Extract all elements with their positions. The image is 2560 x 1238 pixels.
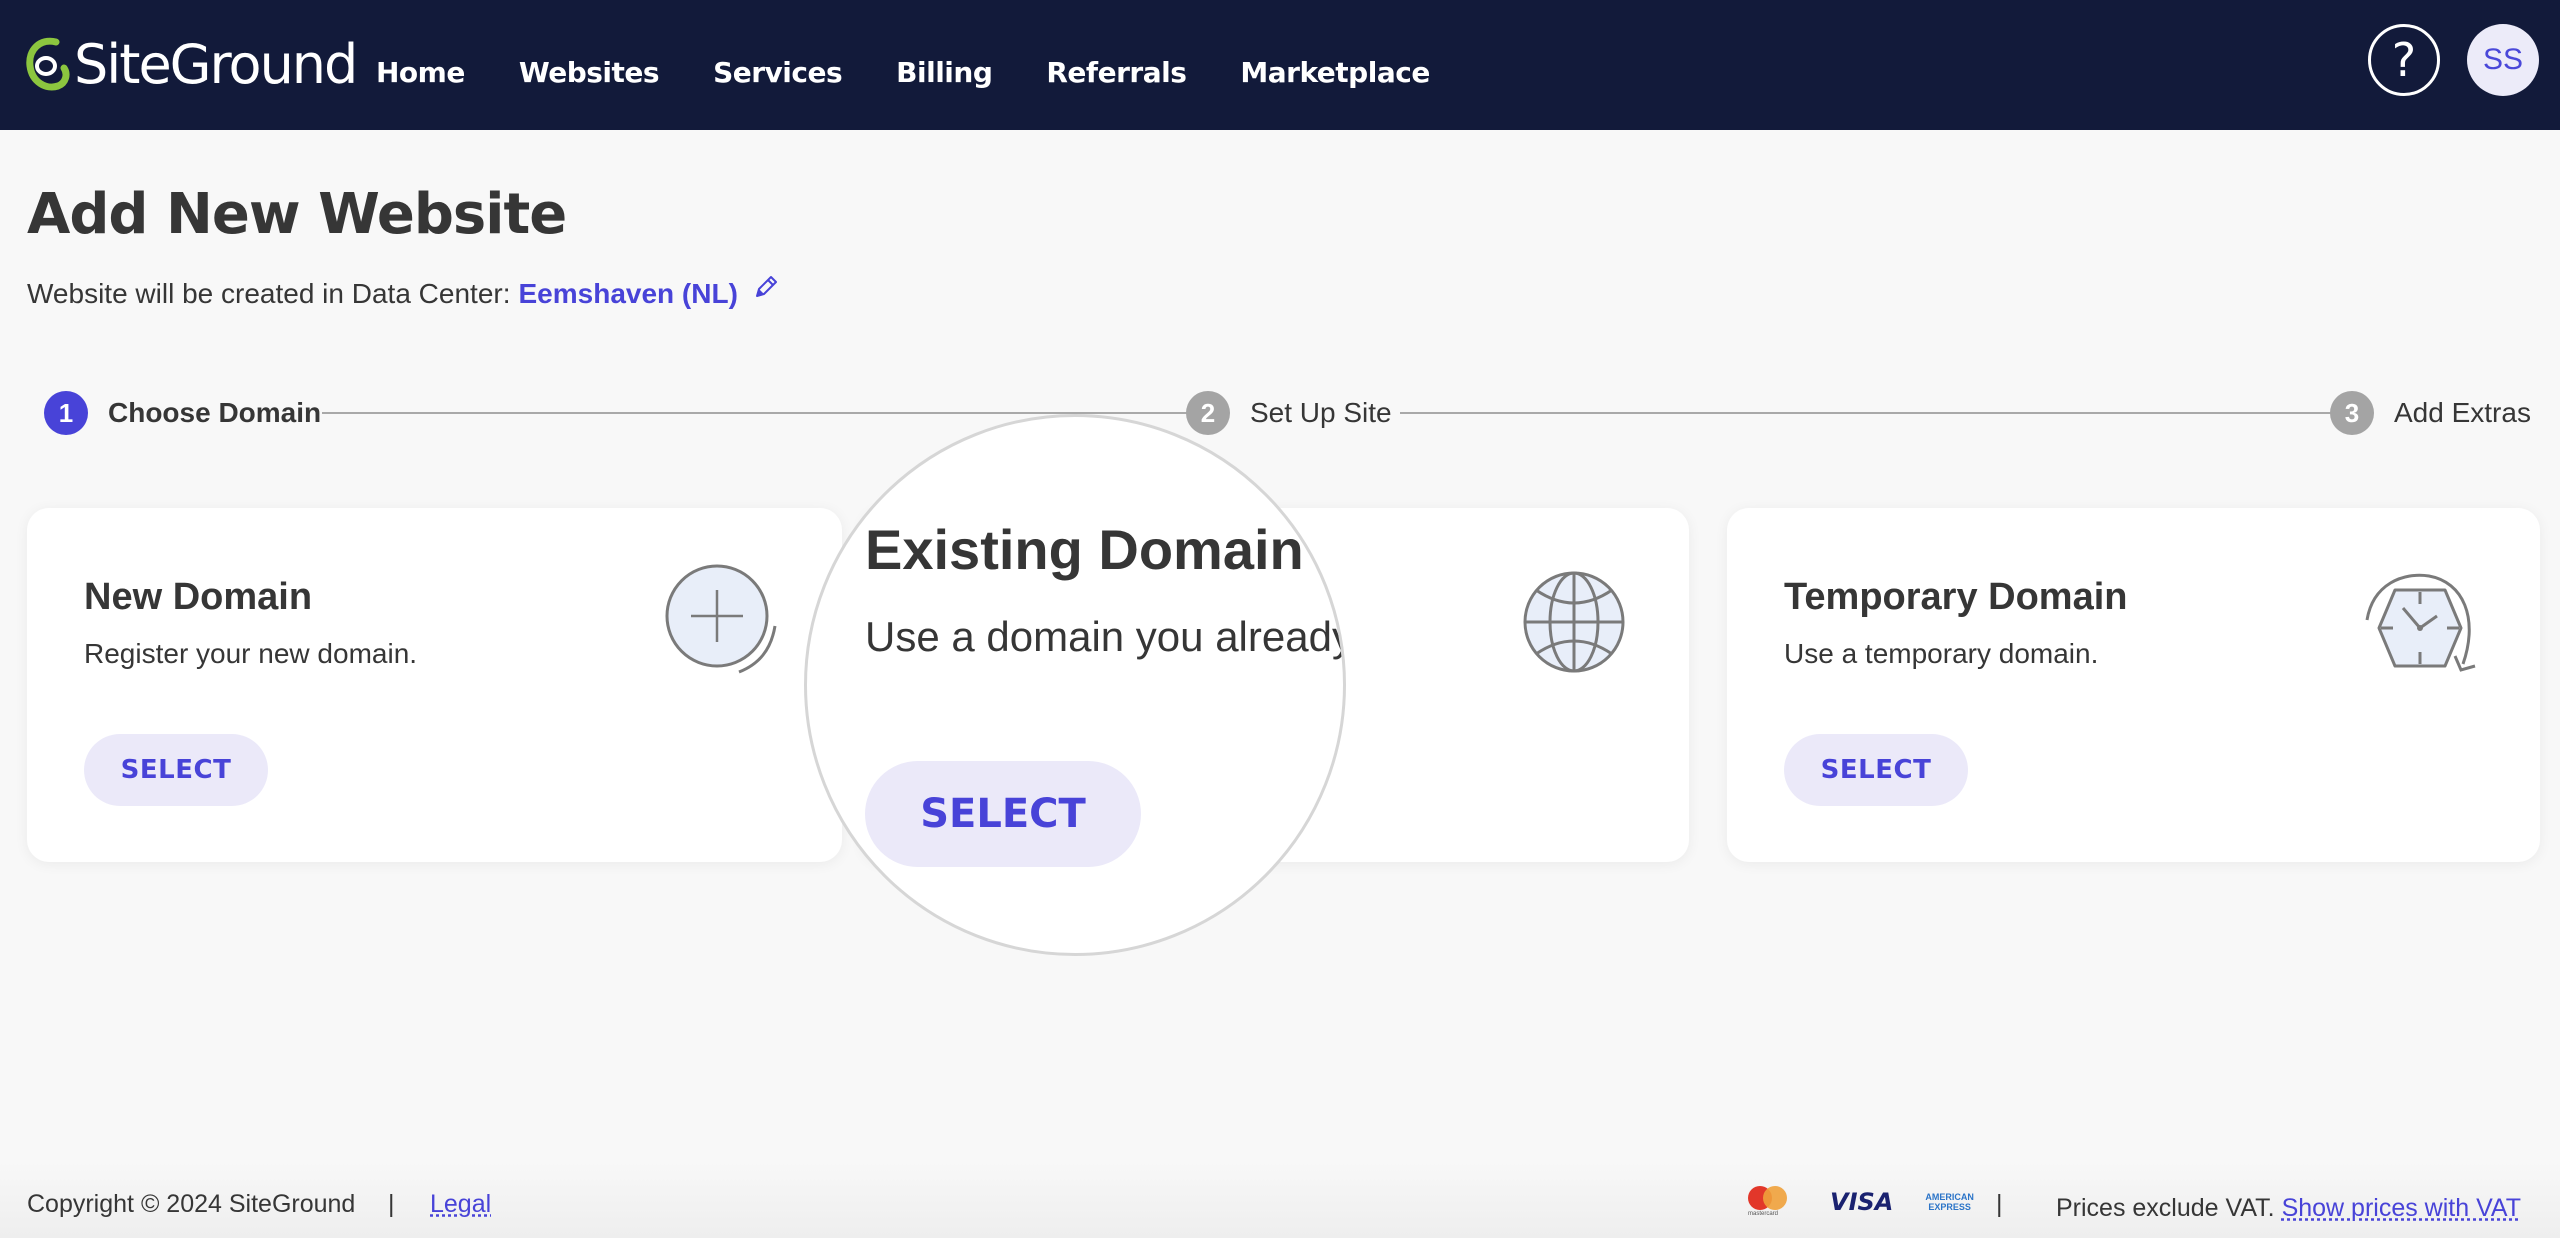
copyright-text: Copyright © 2024 SiteGround (27, 1190, 356, 1218)
step-choose-domain: 1 Choose Domain (44, 390, 321, 436)
footer-separator: | (1996, 1190, 2003, 1218)
nav-billing[interactable]: Billing (896, 56, 993, 89)
card-title: Temporary Domain (1784, 576, 2128, 618)
card-new-domain: New Domain Register your new domain. SEL… (27, 508, 842, 862)
magnified-card-title: Existing Domain (865, 518, 1304, 581)
footer-separator: | (388, 1190, 395, 1218)
amex-icon: AMERICAN EXPRESS (1925, 1192, 1974, 1212)
pencil-edit-icon[interactable] (752, 273, 780, 301)
question-mark-icon: ? (2391, 33, 2417, 87)
step-connector (1400, 412, 2354, 414)
step-number: 2 (1186, 391, 1230, 435)
card-title: New Domain (84, 576, 313, 618)
nav-referrals[interactable]: Referrals (1046, 56, 1187, 89)
show-prices-with-vat-link[interactable]: Show prices with VAT (2282, 1194, 2521, 1222)
step-number: 3 (2330, 391, 2374, 435)
step-label: Set Up Site (1250, 397, 1392, 428)
step-label: Add Extras (2394, 397, 2531, 428)
page-title: Add New Website (27, 182, 567, 247)
clock-refresh-icon (2365, 573, 2476, 672)
datacenter-info: Website will be created in Data Center: … (27, 276, 780, 310)
user-avatar[interactable]: SS (2467, 24, 2539, 96)
nav-marketplace[interactable]: Marketplace (1240, 56, 1430, 89)
siteground-logo-icon (26, 37, 70, 91)
help-button[interactable]: ? (2368, 24, 2440, 96)
nav-services[interactable]: Services (713, 56, 843, 89)
mastercard-icon: mastercard (1748, 1186, 1790, 1218)
legal-link[interactable]: Legal (430, 1190, 491, 1219)
magnified-card-description: Use a domain you already (865, 613, 1346, 660)
select-new-domain-button[interactable]: SELECT (84, 734, 268, 806)
step-set-up-site: 2 Set Up Site (1186, 390, 1392, 436)
nav-home[interactable]: Home (376, 56, 465, 89)
select-temporary-domain-button[interactable]: SELECT (1784, 734, 1968, 806)
datacenter-prefix: Website will be created in Data Center: (27, 278, 511, 309)
card-description: Use a temporary domain. (1784, 638, 2099, 669)
nav-websites[interactable]: Websites (519, 56, 660, 89)
vat-info: Prices exclude VAT. Show prices with VAT (2056, 1194, 2521, 1223)
top-navigation-bar: SiteGround Home Websites Services Billin… (0, 0, 2560, 130)
vat-text: Prices exclude VAT. (2056, 1194, 2275, 1222)
siteground-logo[interactable]: SiteGround (26, 32, 358, 98)
visa-icon: VISA (1830, 1188, 1894, 1216)
magnifier-lens: Existing Domain Use a domain you already… (804, 414, 1346, 956)
progress-stepper: 1 Choose Domain 2 Set Up Site 3 Add Extr… (44, 390, 2534, 436)
datacenter-link[interactable]: Eemshaven (NL) (519, 278, 738, 310)
main-nav: Home Websites Services Billing Referrals… (376, 56, 1484, 89)
step-add-extras: 3 Add Extras (2330, 390, 2531, 436)
step-label: Choose Domain (108, 397, 322, 428)
step-number: 1 (44, 391, 88, 435)
plus-circle-icon (665, 564, 777, 674)
card-temporary-domain: Temporary Domain Use a temporary domain.… (1727, 508, 2540, 862)
magnified-select-button[interactable]: SELECT (865, 761, 1141, 867)
footer: Copyright © 2024 SiteGround | Legal mast… (0, 1160, 2560, 1238)
globe-icon (1523, 571, 1625, 673)
logo-text: SiteGround (74, 33, 358, 96)
payment-methods: mastercard VISA AMERICAN EXPRESS (1748, 1186, 1974, 1218)
card-description: Register your new domain. (84, 638, 418, 669)
